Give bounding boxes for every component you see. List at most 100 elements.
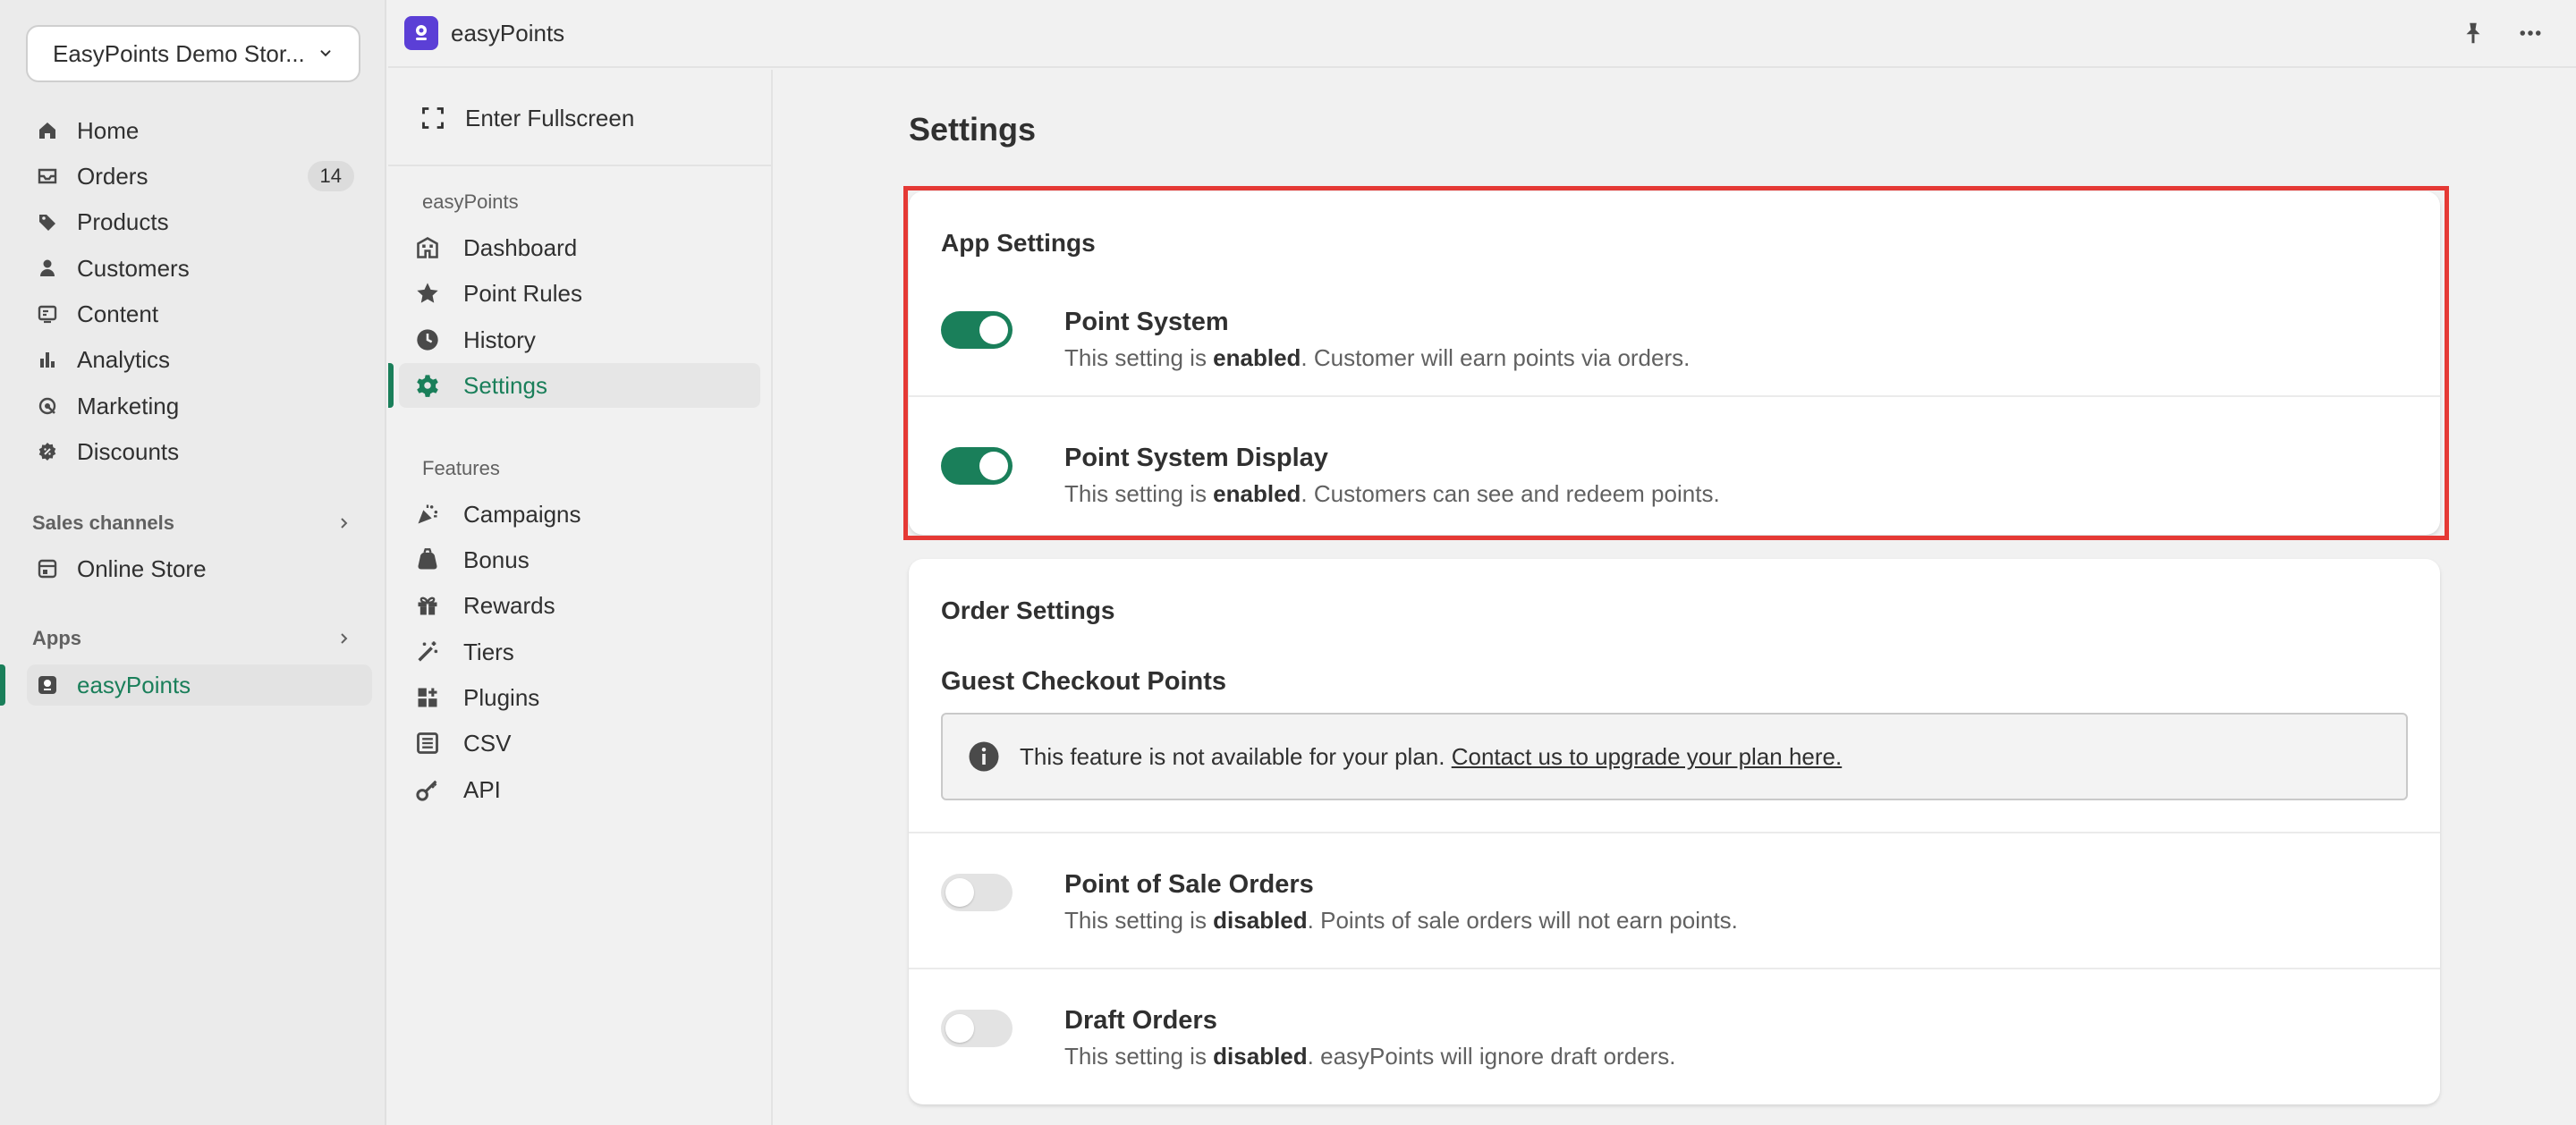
app-nav-plugins[interactable]: Plugins (399, 675, 760, 720)
active-indicator (388, 363, 394, 408)
home-icon (39, 123, 55, 139)
star-icon (417, 283, 438, 303)
nav-item-products[interactable]: Products (27, 201, 372, 242)
draft-orders-toggle[interactable] (941, 1010, 1013, 1047)
active-indicator (0, 664, 5, 706)
nav-item-home[interactable]: Home (27, 110, 372, 151)
wand-icon (418, 641, 438, 662)
sales-channels-header[interactable]: Sales channels (32, 512, 351, 535)
discount-icon (38, 443, 56, 461)
order-settings-card: Order Settings Guest Checkout Points Thi… (909, 559, 2440, 1104)
app-nav-campaigns[interactable]: Campaigns (399, 492, 760, 537)
enter-fullscreen-button[interactable]: Enter Fullscreen (420, 97, 634, 140)
pos-orders-toggle[interactable] (941, 874, 1013, 911)
dashboard-icon (417, 237, 438, 258)
divider (388, 165, 773, 166)
app-nav-tiers[interactable]: Tiers (399, 630, 760, 674)
section-label-easypoints: easyPoints (422, 190, 519, 213)
nav-label: Dashboard (463, 233, 578, 261)
setting-description: This setting is disabled. Points of sale… (1064, 907, 1738, 934)
nav-label: History (463, 326, 536, 353)
chevron-right-icon (341, 633, 348, 644)
content-icon (38, 305, 57, 324)
app-nav-csv[interactable]: CSV (399, 721, 760, 766)
nav-label: Analytics (77, 345, 171, 373)
apps-header[interactable]: Apps (32, 627, 351, 650)
nav-label: Products (77, 207, 169, 235)
fullscreen-icon (422, 107, 444, 129)
sales-channels-label: Sales channels (32, 512, 174, 534)
app-nav-rewards[interactable]: Rewards (399, 583, 760, 628)
setting-description: This setting is disabled. easyPoints wil… (1064, 1043, 1676, 1070)
app-nav-bonus[interactable]: Bonus (399, 537, 760, 582)
admin-sidebar: EasyPoints Demo Stor... Home Orders 14 P… (0, 0, 386, 1125)
key-icon (416, 780, 437, 801)
divider (909, 832, 2440, 833)
bar-chart-icon (40, 352, 55, 368)
store-icon (38, 559, 57, 579)
nav-item-content[interactable]: Content (27, 293, 372, 334)
app-nav-dashboard[interactable]: Dashboard (399, 225, 760, 270)
nav-item-easypoints[interactable]: easyPoints (27, 664, 372, 706)
nav-label: Orders (77, 162, 148, 190)
nav-label: Campaigns (463, 500, 581, 528)
nav-label: Rewards (463, 591, 555, 619)
nav-label: Point Rules (463, 279, 582, 307)
banner-text: This feature is not available for your p… (1020, 742, 1452, 770)
more-options-icon[interactable] (2517, 20, 2544, 47)
pin-icon[interactable] (2460, 20, 2487, 47)
app-nav-history[interactable]: History (399, 317, 760, 362)
bag-icon (418, 548, 437, 570)
info-icon (969, 741, 999, 772)
highlight-box (903, 186, 2449, 540)
nav-label: Settings (463, 371, 547, 399)
nav-label: easyPoints (77, 671, 191, 698)
plan-notice-banner: This feature is not available for your p… (941, 713, 2408, 800)
nav-label: CSV (463, 729, 512, 757)
nav-item-marketing[interactable]: Marketing (27, 385, 372, 427)
page-title: Settings (909, 111, 1037, 148)
plugin-icon (418, 688, 437, 707)
clock-icon (417, 329, 438, 351)
nav-item-orders[interactable]: Orders 14 (27, 156, 372, 197)
nav-label: Content (77, 300, 159, 327)
nav-label: API (463, 775, 501, 803)
nav-item-online-store[interactable]: Online Store (27, 548, 372, 589)
upgrade-plan-link[interactable]: Contact us to upgrade your plan here. (1452, 743, 1843, 770)
app-nav-api[interactable]: API (399, 767, 760, 812)
nav-label: Customers (77, 254, 190, 282)
nav-label: Tiers (463, 638, 514, 665)
divider (909, 968, 2440, 969)
setting-title: Point of Sale Orders (1064, 870, 1314, 899)
list-icon (417, 732, 438, 754)
nav-label: Online Store (77, 554, 207, 582)
nav-label: Home (77, 116, 140, 144)
fullscreen-label: Enter Fullscreen (465, 104, 635, 131)
easypoints-app-icon (38, 676, 56, 694)
nav-label: Plugins (463, 683, 540, 711)
person-icon (40, 259, 55, 276)
gift-icon (418, 596, 437, 615)
tag-icon (39, 215, 55, 231)
nav-label: Discounts (77, 437, 180, 465)
nav-label: Marketing (77, 392, 180, 419)
app-nav-point-rules[interactable]: Point Rules (399, 271, 760, 316)
orders-icon (38, 168, 57, 184)
setting-draft-orders: Draft Orders This setting is disabled. e… (909, 990, 2440, 1090)
app-navigation: Enter Fullscreen easyPoints Dashboard Po… (388, 70, 773, 1125)
card-title: Order Settings (941, 596, 1115, 624)
gear-icon (417, 375, 438, 397)
app-title: easyPoints (451, 20, 565, 47)
nav-item-discounts[interactable]: Discounts (27, 431, 372, 472)
guest-checkout-title: Guest Checkout Points (941, 667, 1227, 696)
nav-item-analytics[interactable]: Analytics (27, 339, 372, 380)
chevron-down-icon (320, 50, 331, 57)
store-selector[interactable]: EasyPoints Demo Stor... (26, 25, 360, 82)
nav-item-customers[interactable]: Customers (27, 248, 372, 289)
nav-label: Bonus (463, 546, 530, 573)
setting-title: Draft Orders (1064, 1006, 1217, 1035)
apps-label: Apps (32, 627, 81, 649)
app-nav-settings[interactable]: Settings (399, 363, 760, 408)
chevron-right-icon (341, 518, 348, 529)
section-label-features: Features (422, 457, 500, 479)
